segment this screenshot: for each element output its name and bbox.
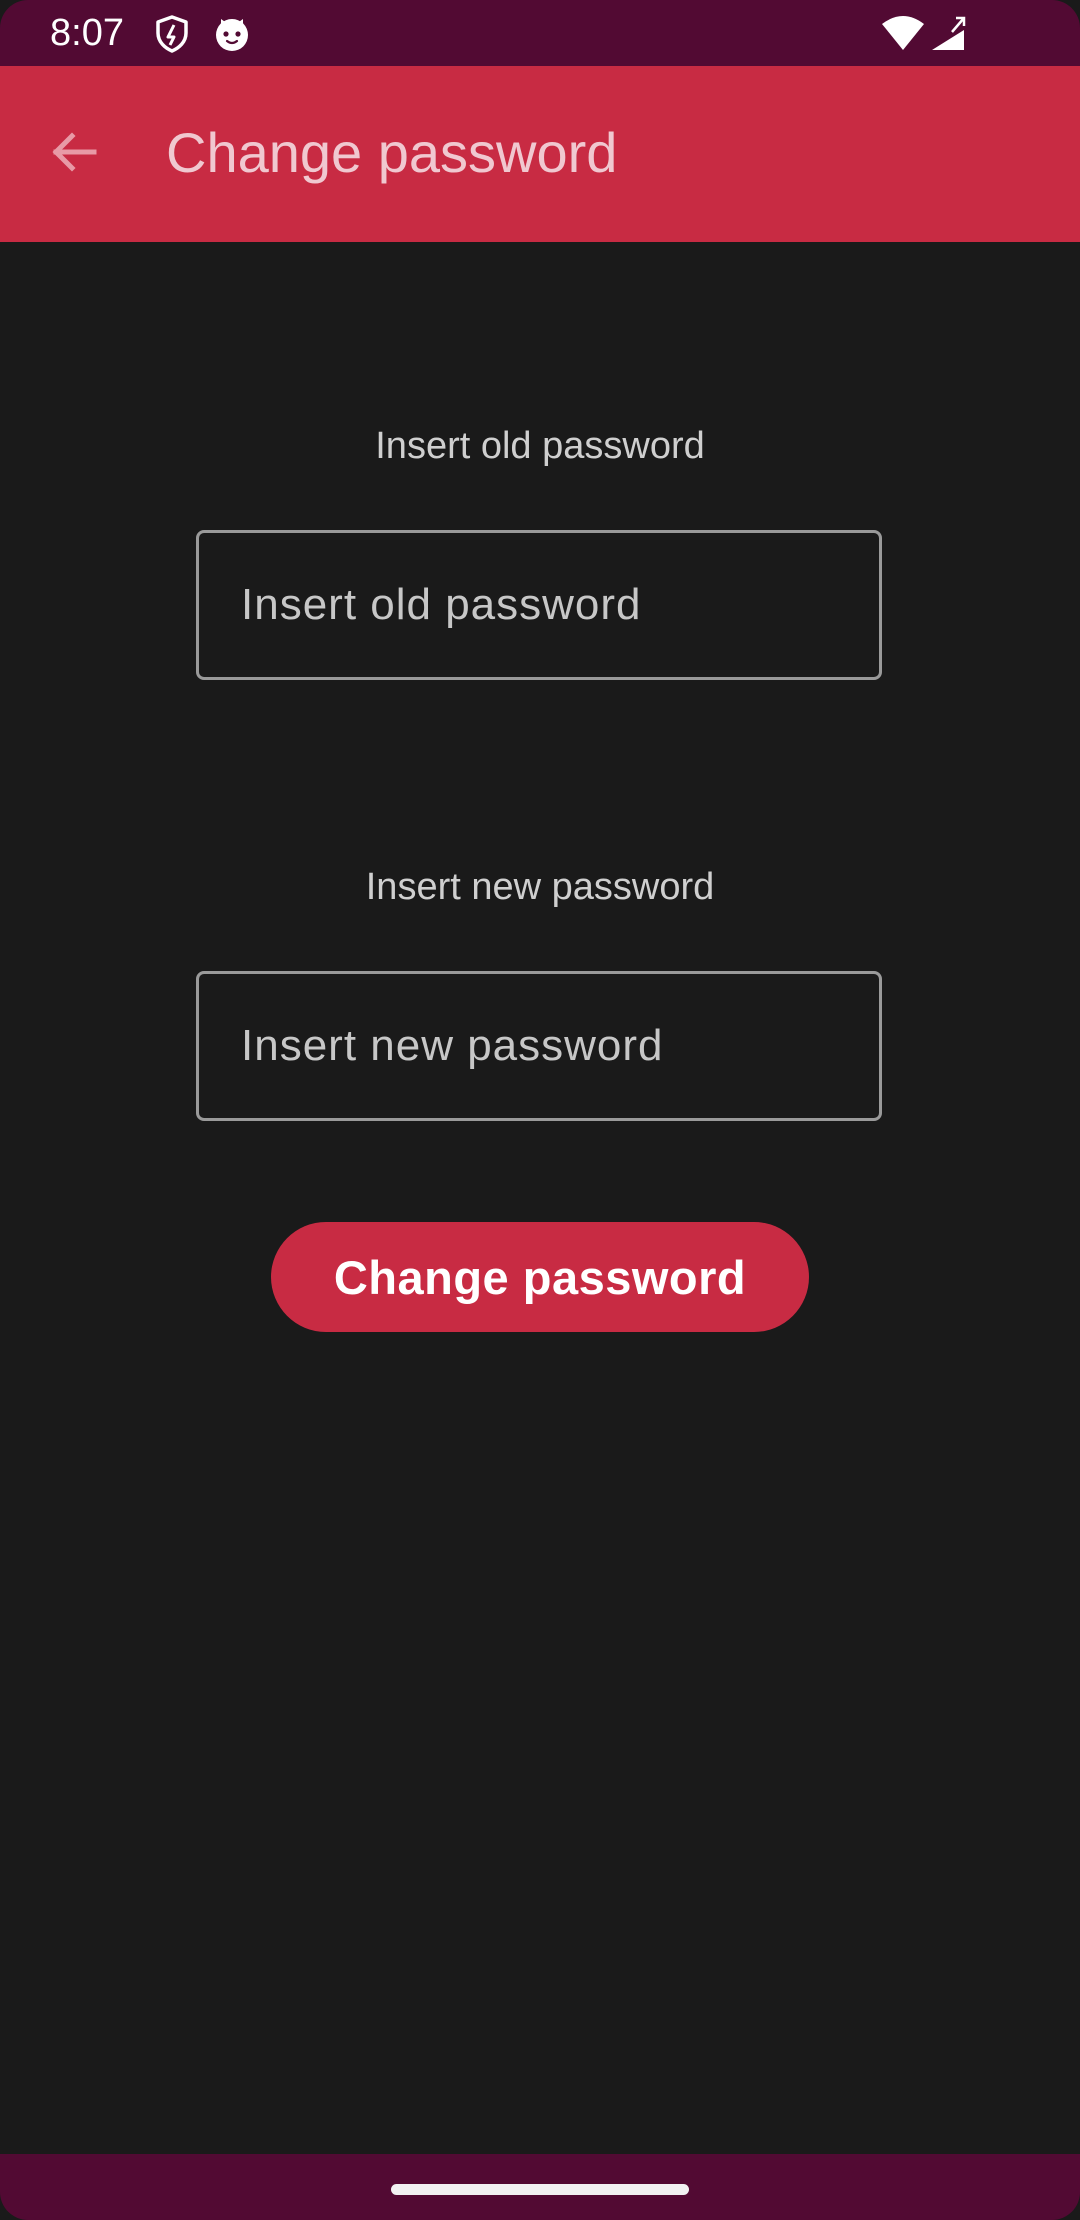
- change-password-button[interactable]: Change password: [271, 1222, 809, 1332]
- cat-face-icon: [212, 14, 252, 54]
- screen: 8:07 Change password Insert old password…: [0, 0, 1080, 2220]
- signal-icon: [928, 14, 968, 54]
- app-bar: Change password: [0, 66, 1080, 242]
- back-button[interactable]: [36, 116, 112, 192]
- status-bar: 8:07: [0, 0, 1080, 66]
- home-gesture-handle[interactable]: [391, 2184, 689, 2195]
- arrow-left-icon: [48, 126, 100, 183]
- status-time: 8:07: [50, 12, 124, 54]
- navigation-bar: [0, 2154, 1080, 2220]
- new-password-label: Insert new password: [365, 866, 715, 908]
- new-password-input[interactable]: [199, 974, 879, 1118]
- old-password-input[interactable]: [199, 533, 879, 677]
- new-password-field: [196, 971, 882, 1121]
- shield-icon: [152, 14, 192, 54]
- page-title: Change password: [166, 121, 618, 184]
- wifi-icon: [880, 14, 926, 54]
- old-password-field: [196, 530, 882, 680]
- old-password-label: Insert old password: [375, 425, 705, 467]
